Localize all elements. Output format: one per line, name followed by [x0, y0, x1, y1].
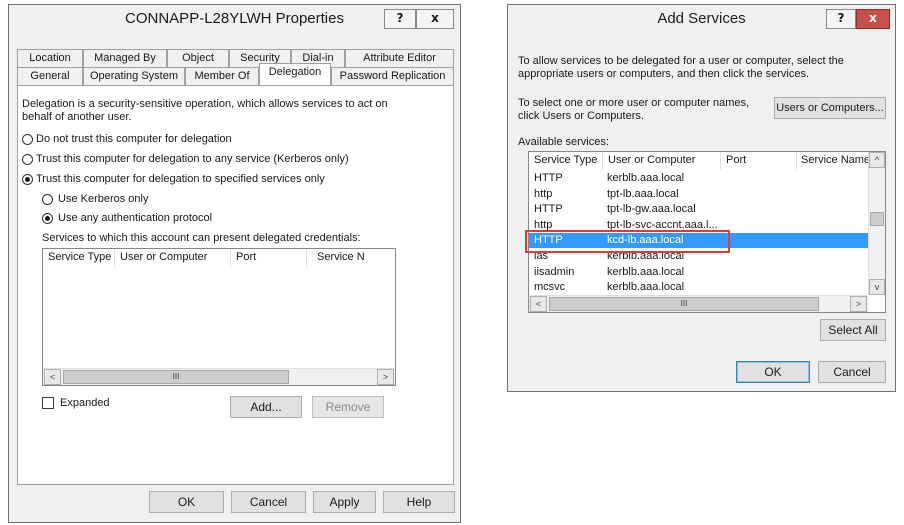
close-button[interactable]: x [416, 9, 454, 29]
remove-button[interactable]: Remove [312, 396, 384, 418]
radio-no-delegation-label: Do not trust this computer for delegatio… [36, 133, 232, 145]
radio-no-delegation[interactable] [22, 134, 33, 145]
ok-button[interactable]: OK [736, 361, 810, 383]
tab-password-replication[interactable]: Password Replication [331, 67, 454, 85]
grip-icon: III [680, 299, 688, 308]
col-port[interactable]: Port [231, 249, 307, 267]
radio-any-service-label: Trust this computer for delegation to an… [36, 153, 349, 165]
scroll-right-button[interactable]: > [850, 296, 867, 312]
scroll-up-button[interactable]: ^ [869, 152, 885, 168]
cancel-button[interactable]: Cancel [231, 491, 306, 513]
scroll-thumb[interactable]: III [549, 297, 819, 311]
tab-attribute-editor[interactable]: Attribute Editor [345, 49, 454, 67]
radio-kerberos-only[interactable] [42, 194, 53, 205]
service-type-cell: HTTP [534, 203, 563, 216]
col-service-type[interactable]: Service Type [529, 152, 603, 170]
expanded-checkbox[interactable] [42, 397, 54, 409]
help-title-button[interactable]: ? [826, 9, 856, 29]
service-type-cell: mcsvc [534, 281, 566, 294]
service-type-cell: http [534, 187, 553, 200]
user-or-computer-cell: kerblb.aaa.local [607, 281, 685, 294]
vertical-scroll-thumb[interactable] [870, 212, 884, 226]
service-row[interactable]: mcsvc kerblb.aaa.local [529, 280, 868, 295]
expanded-label: Expanded [60, 397, 110, 409]
ok-button[interactable]: OK [149, 491, 224, 513]
radio-any-auth-protocol-label: Use any authentication protocol [58, 212, 213, 224]
close-button[interactable]: x [856, 9, 890, 29]
user-or-computer-cell: tpt-lb.aaa.local [607, 187, 679, 200]
service-type-cell: HTTP [534, 172, 563, 184]
radio-kerberos-only-label: Use Kerberos only [58, 193, 149, 205]
help-button[interactable]: Help [383, 491, 455, 513]
horizontal-scrollbar[interactable]: < III > [529, 295, 868, 312]
add-button[interactable]: Add... [230, 396, 302, 418]
radio-any-auth-protocol[interactable] [42, 213, 53, 224]
users-or-computers-button[interactable]: Users or Computers... [774, 97, 886, 119]
service-row[interactable]: HTTP tpt-lb-gw.aaa.local [529, 202, 868, 217]
vertical-scrollbar[interactable]: ^ v [868, 152, 885, 295]
user-or-computer-cell: kerblb.aaa.local [607, 265, 685, 278]
select-all-button[interactable]: Select All [820, 319, 886, 341]
scroll-down-button[interactable]: v [869, 279, 885, 295]
tab-managed-by[interactable]: Managed By [83, 49, 167, 67]
select-users-text: To select one or more user or computer n… [518, 97, 750, 122]
delegation-intro: Delegation is a security-sensitive opera… [22, 98, 388, 123]
instruction-text: To allow services to be delegated for a … [518, 55, 844, 80]
add-services-dialog: Add Services ? x To allow services to be… [507, 4, 896, 392]
chevron-left-icon: < [535, 299, 542, 309]
add-services-body: To allow services to be delegated for a … [514, 37, 890, 387]
question-icon: ? [837, 11, 845, 25]
delegation-panel: Delegation is a security-sensitive opera… [17, 85, 454, 485]
tab-operating-system[interactable]: Operating System [83, 67, 185, 85]
scroll-thumb[interactable]: III [63, 370, 289, 384]
scroll-left-button[interactable]: < [44, 369, 61, 385]
service-type-cell: iisadmin [534, 265, 575, 278]
col-service-name[interactable]: Service Name [797, 152, 871, 170]
service-row[interactable]: HTTP kerblb.aaa.local [529, 171, 868, 186]
service-row[interactable]: iisadmin kerblb.aaa.local [529, 265, 868, 280]
user-or-computer-cell: kerblb.aaa.local [607, 172, 685, 184]
cancel-button[interactable]: Cancel [818, 361, 886, 383]
tab-general[interactable]: General [17, 67, 83, 85]
col-user-or-computer[interactable]: User or Computer [603, 152, 721, 170]
radio-specified-services-label: Trust this computer for delegation to sp… [36, 173, 325, 185]
tab-location[interactable]: Location [17, 49, 83, 67]
col-service-type[interactable]: Service Type [43, 249, 115, 267]
close-icon: x [431, 11, 439, 25]
horizontal-scrollbar[interactable]: < III > [43, 368, 395, 385]
properties-dialog: CONNAPP-L28YLWH Properties ? x Location … [8, 4, 461, 523]
chevron-up-icon: ^ [874, 155, 880, 165]
chevron-down-icon: v [874, 282, 880, 292]
col-user-or-computer[interactable]: User or Computer [115, 249, 231, 267]
scroll-right-button[interactable]: > [377, 369, 394, 385]
col-port[interactable]: Port [721, 152, 797, 170]
question-icon: ? [396, 11, 404, 25]
chevron-right-icon: > [382, 372, 389, 382]
help-title-button[interactable]: ? [384, 9, 416, 29]
tab-member-of[interactable]: Member Of [185, 67, 259, 85]
available-services-label: Available services: [518, 136, 609, 148]
user-or-computer-cell: tpt-lb-gw.aaa.local [607, 203, 696, 216]
tab-object[interactable]: Object [167, 49, 229, 67]
radio-any-service[interactable] [22, 154, 33, 165]
col-service-name[interactable]: Service N [307, 249, 395, 267]
delegated-services-list[interactable]: Service Type User or Computer Port Servi… [42, 248, 396, 386]
selection-highlight-box [525, 230, 730, 253]
service-row[interactable]: http tpt-lb.aaa.local [529, 187, 868, 202]
tab-delegation[interactable]: Delegation [259, 63, 331, 85]
services-label: Services to which this account can prese… [42, 232, 361, 244]
close-icon: x [869, 11, 877, 25]
scroll-left-button[interactable]: < [530, 296, 547, 312]
radio-specified-services[interactable] [22, 174, 33, 185]
apply-button[interactable]: Apply [313, 491, 376, 513]
grip-icon: III [172, 372, 180, 381]
chevron-left-icon: < [49, 372, 56, 382]
chevron-right-icon: > [855, 299, 862, 309]
